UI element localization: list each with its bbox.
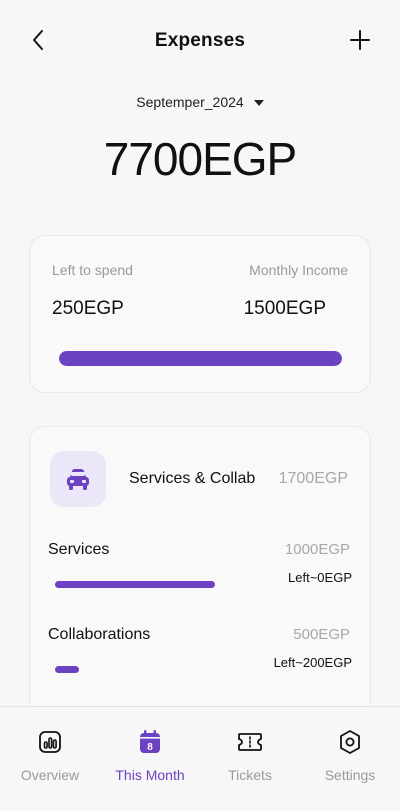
monthly-income-label: Monthly Income [249,262,348,278]
left-to-spend-label: Left to spend [52,262,133,278]
subcategory-left: Left~200EGP [273,655,352,670]
subcategory-progress-bar [55,666,79,673]
subcategory-progress-bar [55,581,215,588]
category-icon-box [50,451,106,507]
calendar-icon: 8 [140,730,160,753]
header: Expenses [0,0,400,80]
nav-label-this-month: This Month [115,767,185,783]
total-expenses: 7700EGP [103,133,297,185]
nav-item-settings[interactable]: Settings [300,707,400,807]
monthly-income-value: 1500EGP [243,298,326,319]
add-button[interactable] [346,26,374,54]
subcategory-amount: 1000EGP [284,541,350,558]
nav-item-this-month[interactable]: 8 This Month [100,707,200,807]
svg-text:8: 8 [147,742,153,753]
nav-item-tickets[interactable]: Tickets [200,707,300,807]
left-to-spend-value: 250EGP [52,298,124,319]
budget-progress-bar [59,351,342,366]
budget-progress-fill [59,351,342,366]
bottom-nav: Overview 8 This Month Tickets Settings [0,706,400,811]
category-title: Services & Collab [129,470,256,487]
nav-label-settings: Settings [324,767,376,783]
ticket-icon [238,733,262,751]
subcategory-left: Left~0EGP [288,570,352,585]
category-total: 1700EGP [278,470,348,487]
settings-hexagon-icon [340,730,360,754]
subcategory-name: Collaborations [48,626,151,643]
month-selector[interactable]: Septemper_2024 [0,94,400,110]
nav-label-overview: Overview [20,767,80,783]
subcategory-amount: 500EGP [293,626,350,643]
car-icon [67,469,89,490]
budget-summary-card: Left to spend Monthly Income 250EGP 1500… [29,235,371,393]
month-selector-value: Septemper_2024 [136,94,244,110]
nav-label-tickets: Tickets [228,767,272,783]
caret-down-icon [253,100,264,106]
category-card[interactable]: Services & Collab 1700EGP Services 1000E… [29,426,371,746]
page-title: Expenses [154,30,246,51]
plus-icon [350,30,370,50]
bar-chart-icon [39,731,61,753]
subcategory-name: Services [48,541,110,558]
nav-item-overview[interactable]: Overview [0,707,100,807]
